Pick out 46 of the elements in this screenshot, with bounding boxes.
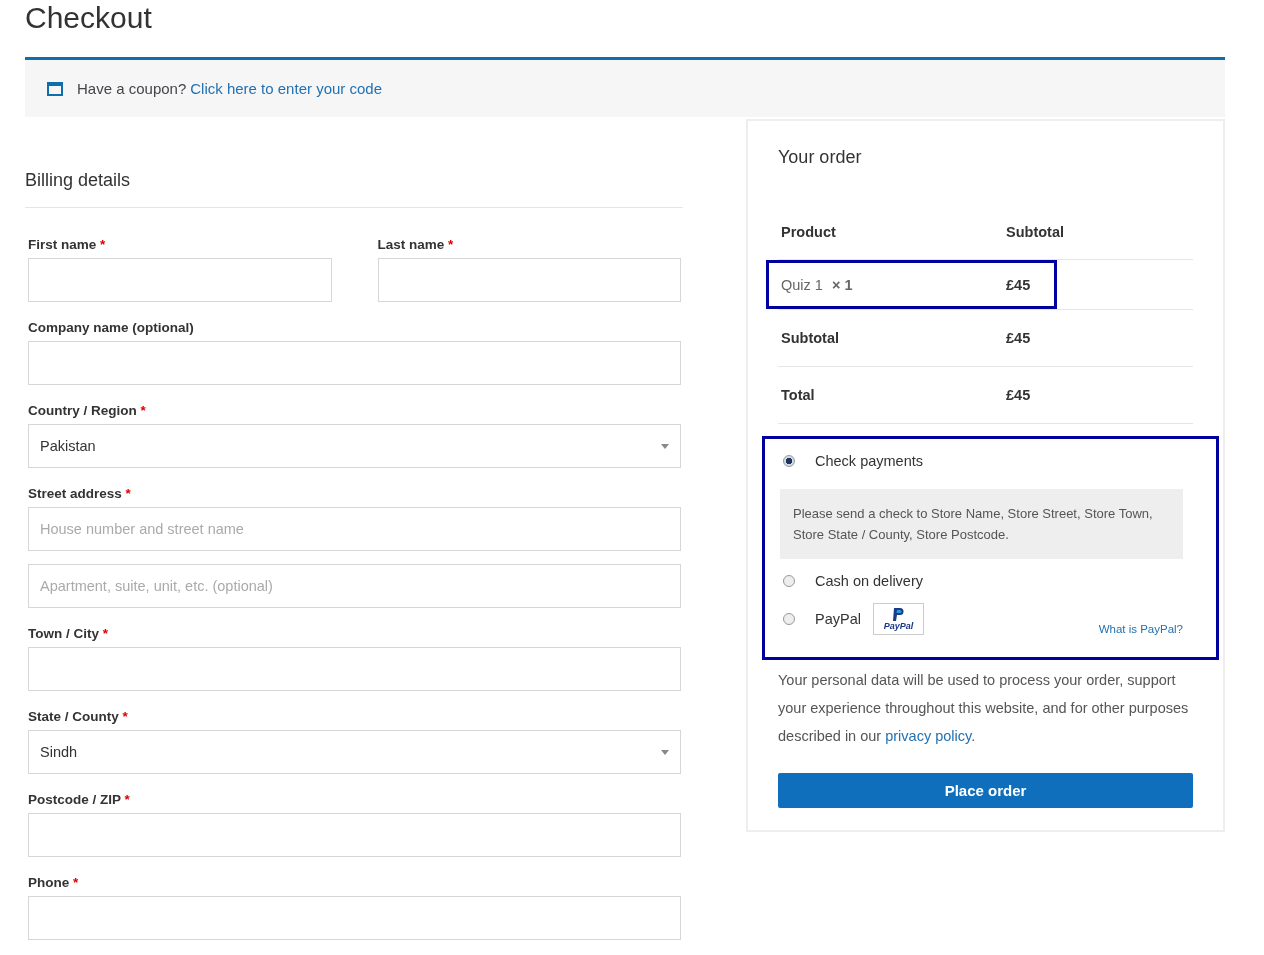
caret-icon — [661, 443, 669, 449]
caret-icon — [661, 749, 669, 755]
select-field[interactable]: Pakistan — [28, 424, 681, 468]
field-label: State / County * — [28, 709, 129, 725]
window-icon — [47, 81, 63, 96]
method-label: Cash on delivery — [815, 573, 923, 589]
input-field[interactable] — [28, 896, 681, 940]
input-field[interactable] — [28, 813, 681, 857]
field-label: Town / City * — [28, 626, 110, 642]
price-cell: £45 — [1006, 276, 1031, 293]
field-label: First name * — [28, 237, 107, 253]
input-field[interactable]: House number and street name — [28, 507, 681, 551]
field-label: Postcode / ZIP * — [28, 792, 131, 808]
privacy-notice: Your personal data will be used to process your order, support your experience throughout this website, and for other purposes described in our privacy policy. — [778, 671, 1190, 746]
radio-button[interactable] — [783, 455, 795, 467]
paypal-info-link[interactable]: What is PayPal? — [1098, 623, 1183, 635]
input-field[interactable] — [28, 341, 681, 385]
total-value: £45 — [1006, 387, 1031, 403]
total-label: Total — [781, 387, 816, 403]
field-label: Phone * — [28, 875, 80, 891]
input-field[interactable]: Apartment, suite, unit, etc. (optional) — [28, 564, 681, 608]
input-field[interactable] — [377, 258, 681, 302]
method-label: Check payments — [815, 453, 923, 469]
field-label: Company name (optional) — [28, 320, 195, 336]
place-order-button[interactable]: Place order — [778, 773, 1193, 808]
coupon-text: Have a coupon? — [77, 80, 187, 97]
select-field[interactable]: Sindh — [28, 730, 681, 774]
billing-title: Billing details — [25, 148, 683, 208]
radio-button[interactable] — [783, 613, 795, 625]
column-header: Subtotal — [1006, 223, 1064, 240]
input-field[interactable] — [28, 258, 332, 302]
page-title: Checkout — [25, 0, 153, 36]
field-label: Country / Region * — [28, 403, 147, 419]
input-field[interactable] — [28, 647, 681, 691]
field-label: Last name * — [377, 237, 455, 253]
product-cell-text: Quiz 1 × 1 — [781, 276, 854, 293]
total-value: £45 — [1006, 330, 1031, 346]
paypal-logo: PayPal — [872, 603, 924, 635]
total-label: Subtotal — [781, 330, 840, 346]
payment-description: Please send a check to Store Name, Store Street, Store Town, Store State / County, Store Postcode. — [780, 489, 1183, 559]
column-header: Product — [781, 223, 837, 240]
radio-button[interactable] — [783, 575, 795, 587]
method-label: PayPal — [815, 611, 861, 627]
coupon-link[interactable]: Click here to enter your code — [190, 80, 382, 97]
field-label: Street address * — [28, 486, 132, 502]
order-title: Your order — [778, 147, 863, 168]
